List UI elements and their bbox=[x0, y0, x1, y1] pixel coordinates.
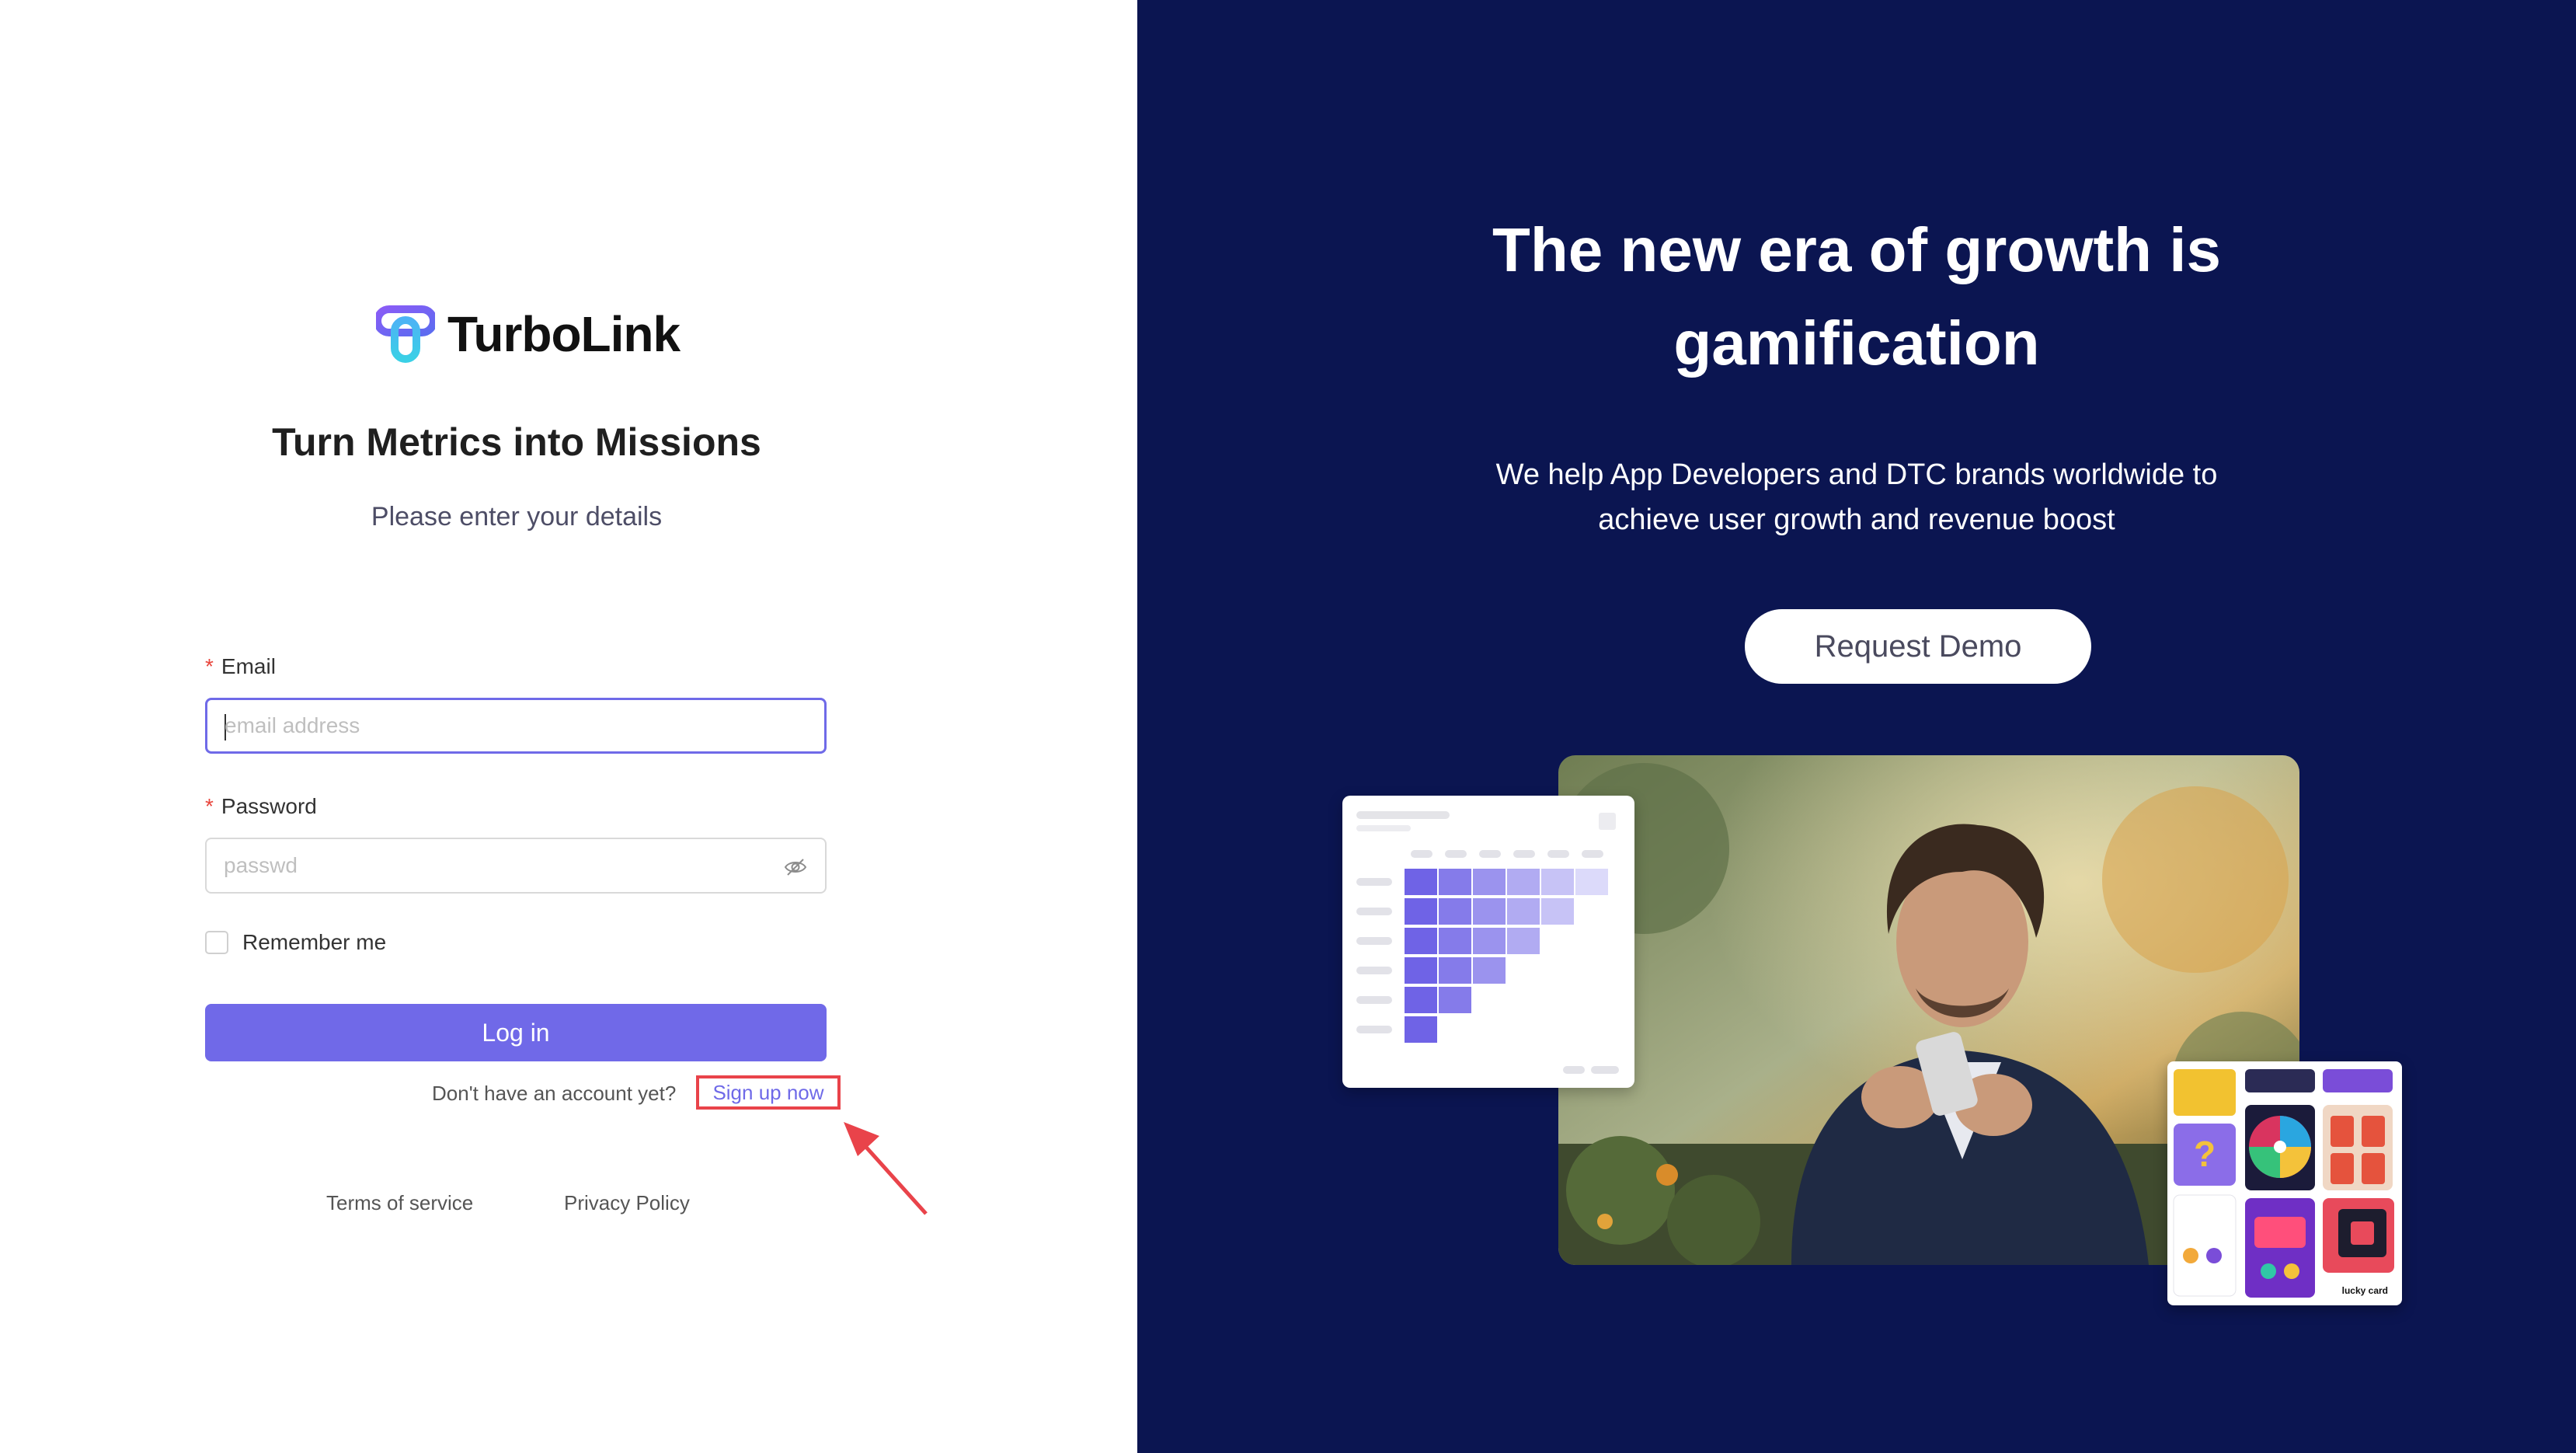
required-mark: * bbox=[205, 654, 214, 678]
request-demo-button[interactable]: Request Demo bbox=[1745, 609, 2091, 684]
login-button[interactable]: Log in bbox=[205, 1004, 827, 1061]
hero-description-line: We help App Developers and DTC brands wo… bbox=[1495, 458, 2218, 491]
page-title: Turn Metrics into Missions bbox=[272, 420, 761, 464]
required-mark: * bbox=[205, 794, 214, 818]
retention-chart-card bbox=[1342, 796, 1634, 1088]
game-templates-illustration: ? bbox=[2173, 1069, 2394, 1298]
remember-me-label[interactable]: Remember me bbox=[242, 930, 386, 955]
brand: TurboLink bbox=[376, 303, 681, 365]
svg-text:?: ? bbox=[2194, 1134, 2216, 1174]
eye-invisible-icon[interactable] bbox=[783, 855, 808, 880]
password-field-box bbox=[205, 838, 827, 894]
hero-description: We help App Developers and DTC brands wo… bbox=[1137, 452, 2576, 542]
hero-title: The new era of growth is gamification bbox=[1137, 204, 2576, 390]
password-field[interactable] bbox=[224, 839, 768, 892]
email-field-box bbox=[205, 698, 827, 754]
email-field[interactable] bbox=[225, 700, 768, 751]
hero-title-line: The new era of growth is bbox=[1492, 215, 2221, 284]
email-label: * Email bbox=[205, 654, 276, 679]
cohort-heatmap-illustration bbox=[1356, 811, 1619, 1074]
password-label: * Password bbox=[205, 794, 317, 819]
hero-title-line: gamification bbox=[1673, 308, 2040, 378]
hero-description-line: achieve user growth and revenue boost bbox=[1598, 503, 2115, 536]
privacy-policy-link[interactable]: Privacy Policy bbox=[564, 1191, 690, 1215]
password-label-text: Password bbox=[221, 794, 317, 818]
marketing-panel: The new era of growth is gamification We… bbox=[1137, 0, 2576, 1453]
remember-me-checkbox[interactable] bbox=[205, 931, 228, 954]
annotation-arrow-icon bbox=[844, 1122, 928, 1215]
terms-of-service-link[interactable]: Terms of service bbox=[326, 1191, 473, 1215]
games-collage-card: ? lucky card bbox=[2167, 1061, 2402, 1305]
turbolink-logo-icon bbox=[376, 305, 435, 363]
login-panel: TurboLink Turn Metrics into Missions Ple… bbox=[0, 0, 1137, 1453]
page-subtitle: Please enter your details bbox=[371, 502, 663, 531]
brand-name: TurboLink bbox=[447, 306, 681, 362]
signup-link[interactable]: Sign up now bbox=[696, 1075, 841, 1110]
games-card-caption: lucky card bbox=[2341, 1285, 2388, 1296]
no-account-text: Don't have an account yet? bbox=[432, 1082, 677, 1105]
email-label-text: Email bbox=[221, 654, 276, 678]
